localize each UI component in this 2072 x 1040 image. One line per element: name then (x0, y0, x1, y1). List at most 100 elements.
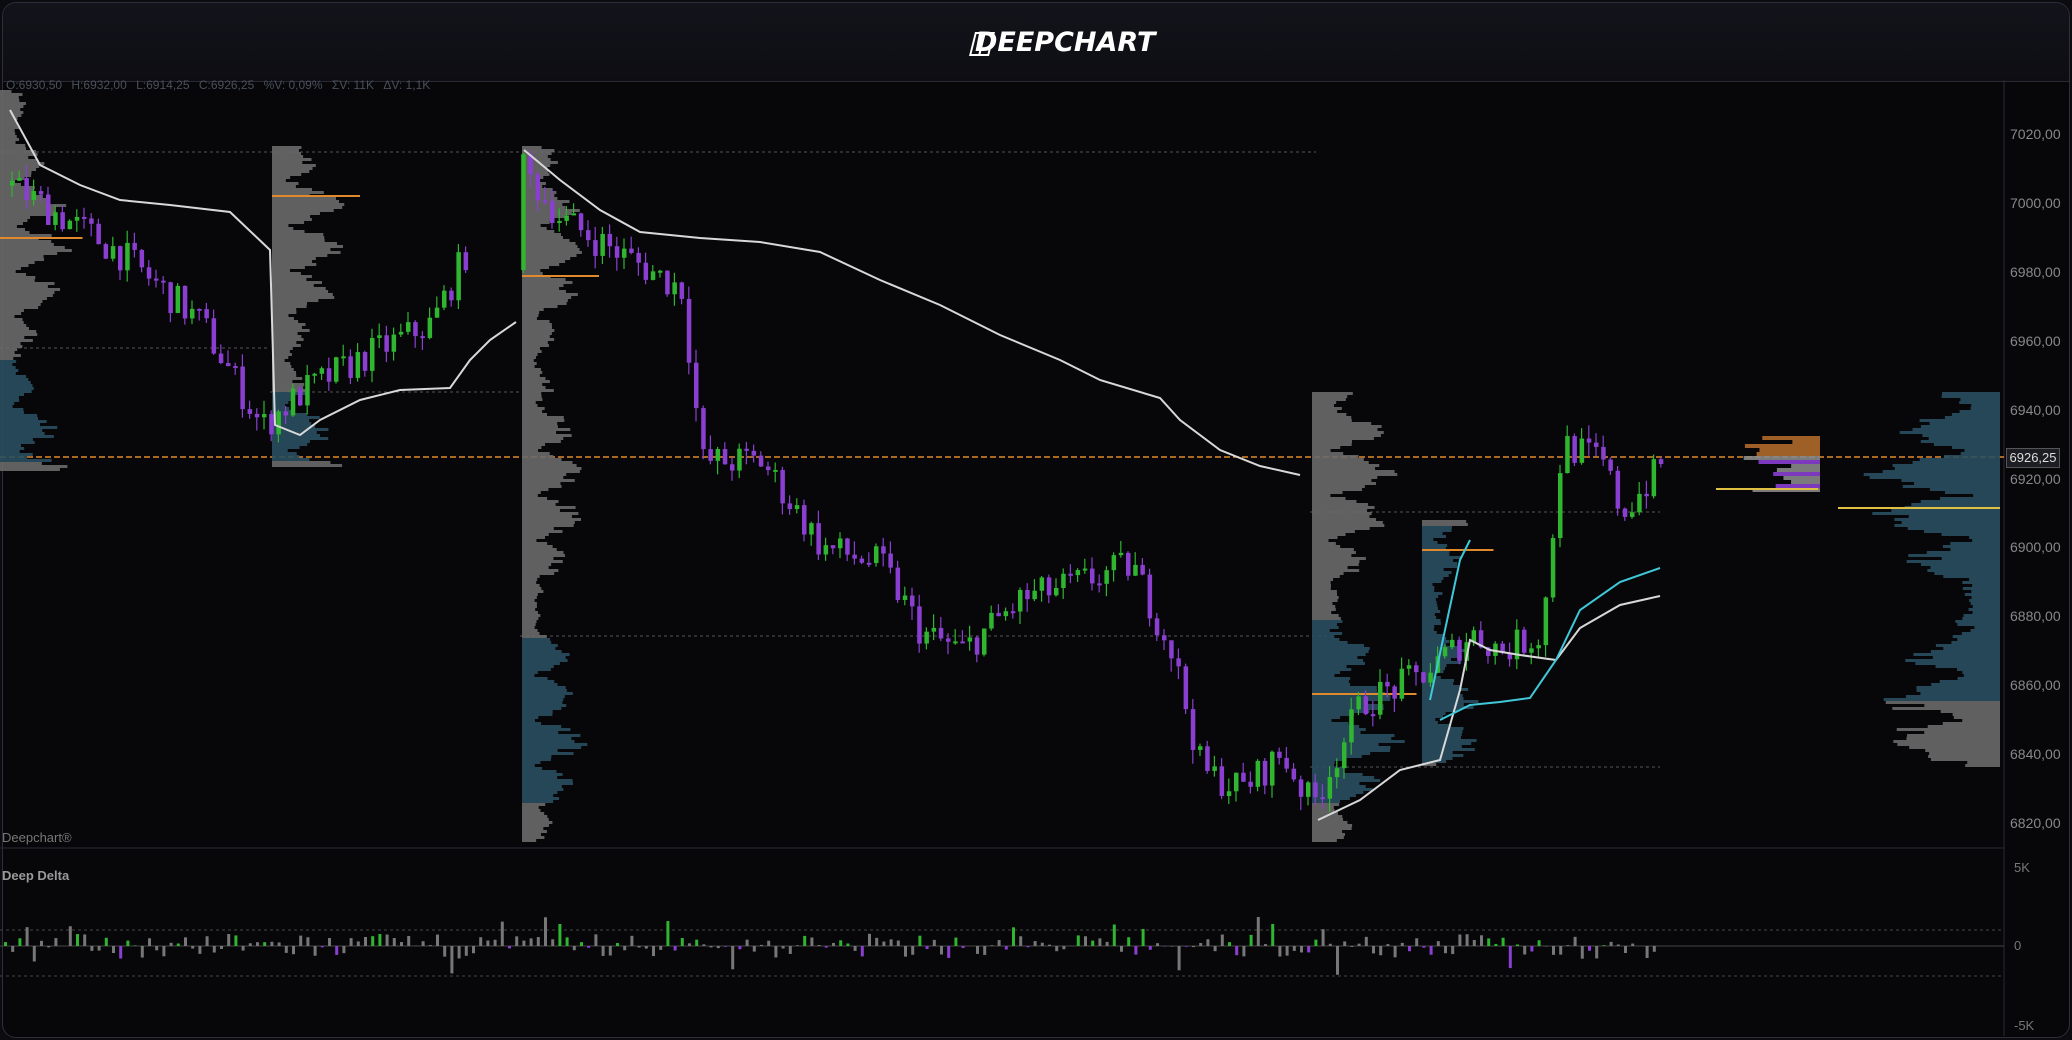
candle-body (1284, 757, 1289, 769)
volume-profile-bar (522, 359, 534, 362)
volume-profile-bar (272, 317, 294, 320)
volume-profile-bar (1422, 595, 1439, 598)
volume-profile-bar (1312, 779, 1381, 782)
delta-bar (738, 946, 742, 950)
candle-body (701, 408, 706, 450)
volume-profile-bar (1962, 587, 2000, 590)
volume-profile-bar (522, 626, 535, 629)
candle-body (1442, 647, 1448, 657)
candle-body (1183, 666, 1189, 710)
delta-bar (392, 937, 396, 946)
volume-profile-bar (522, 443, 546, 446)
delta-bar (1364, 936, 1368, 946)
volume-profile-bar (1912, 428, 2000, 431)
price-chart[interactable] (0, 0, 2072, 1040)
delta-bar (558, 923, 562, 946)
volume-profile-bar (1422, 718, 1436, 721)
volume-profile-bar (0, 138, 20, 141)
volume-profile-bar (1312, 449, 1331, 452)
volume-profile-bar (522, 704, 567, 707)
volume-profile-bar (0, 249, 72, 252)
volume-profile-bar (1312, 761, 1335, 764)
volume-profile-bar (1422, 544, 1448, 547)
volume-profile-bar (1422, 667, 1446, 670)
volume-profile-bar (522, 401, 536, 404)
delta-bar (1213, 946, 1217, 952)
volume-profile-bar (0, 447, 25, 450)
volume-profile-bar (1312, 776, 1375, 779)
candle-body (578, 213, 584, 231)
delta-volume: ΔV: 1,1K (383, 78, 431, 92)
volume-profile-bar (1882, 470, 2000, 473)
delta-bar (40, 940, 43, 946)
delta-bar (1328, 943, 1332, 946)
candle-body (1342, 742, 1347, 769)
volume-profile-bar (0, 252, 58, 255)
volume-profile-bar (522, 650, 562, 653)
volume-profile-bar (522, 830, 547, 833)
volume-profile-bar (1907, 734, 2000, 737)
volume-profile-bar (522, 548, 557, 551)
delta-bar (1033, 941, 1037, 946)
volume-profile-bar (522, 584, 540, 587)
volume-profile-bar (1422, 556, 1461, 559)
delta-bar (832, 942, 835, 946)
volume-profile-bar (1927, 569, 2000, 572)
volume-profile-bar (272, 365, 292, 368)
volume-profile-bar (522, 305, 558, 308)
volume-profile-bar (1312, 398, 1346, 401)
volume-profile-bar (1971, 596, 2000, 599)
volume-profile-bar (522, 347, 540, 350)
volume-profile-bar (522, 410, 543, 413)
volume-profile-bar (1422, 757, 1453, 760)
volume-profile-bar (1891, 509, 2000, 512)
delta-bar (241, 946, 245, 951)
volume-profile-bar (0, 387, 34, 390)
volume-profile-bar (522, 578, 538, 581)
volume-profile-bar (1312, 434, 1381, 437)
candle-body (953, 641, 958, 644)
candle-body (449, 290, 454, 301)
delta-bar (385, 934, 389, 946)
volume-profile-bar (0, 342, 21, 345)
volume-profile-bar (1312, 470, 1395, 473)
delta-bar (932, 939, 936, 946)
volume-profile-bar (522, 500, 559, 503)
delta-bar (1645, 946, 1649, 959)
candle-body (1550, 538, 1556, 598)
volume-profile-bar (522, 242, 576, 245)
volume-profile-bar (1312, 641, 1348, 644)
candle-body (341, 356, 346, 359)
delta-bar (536, 937, 540, 946)
delta-bar (1228, 942, 1231, 946)
volume-profile-bar (0, 324, 27, 327)
volume-profile-bar (1312, 590, 1337, 593)
volume-profile-bar (522, 278, 566, 281)
candle-body (233, 366, 238, 369)
volume-profile-bar (1312, 818, 1344, 821)
volume-profile-bar (522, 293, 578, 296)
candle-body (1140, 564, 1145, 575)
volume-profile-bar (1422, 598, 1436, 601)
delta-bar (119, 946, 123, 959)
delta-tick-label: 5K (2014, 860, 2030, 875)
delta-bar (522, 940, 526, 946)
volume-profile-bar (522, 503, 556, 506)
volume-profile-bar (522, 428, 571, 431)
candle-body (1565, 436, 1570, 474)
volume-profile-bar (0, 147, 27, 150)
volume-profile-bar (1312, 710, 1370, 713)
volume-profile-bar (1897, 743, 2000, 746)
volume-profile-bar (1312, 758, 1344, 761)
candle-body (420, 336, 425, 339)
volume-profile-bar (522, 581, 537, 584)
volume-profile-bar (522, 809, 541, 812)
delta-bar (479, 937, 483, 946)
delta-bar (234, 935, 238, 946)
volume-profile-bar (272, 320, 299, 323)
volume-profile-bar (1963, 614, 2000, 617)
volume-profile-bar (0, 159, 37, 162)
volume-profile-bar (1942, 545, 2000, 548)
volume-profile-bar (1422, 661, 1462, 664)
delta-bar (1624, 946, 1627, 954)
